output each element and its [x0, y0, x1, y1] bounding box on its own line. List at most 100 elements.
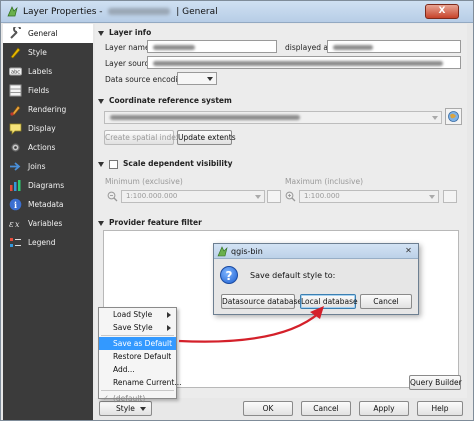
- scale-header[interactable]: Scale dependent visibility: [98, 159, 232, 169]
- minimum-label: Minimum (exclusive): [105, 177, 183, 186]
- query-builder-button[interactable]: Query Builder: [409, 375, 462, 390]
- title-bar: Layer Properties - | General X: [1, 1, 473, 23]
- chevron-down-icon: [255, 195, 261, 199]
- dialog-message: Save default style to:: [250, 271, 336, 280]
- collapse-arrow-icon: [98, 161, 104, 167]
- encoding-select[interactable]: [177, 72, 217, 85]
- sidebar-item-style[interactable]: Style: [3, 43, 93, 62]
- maximum-scale-select[interactable]: 1:100.000: [299, 190, 439, 203]
- legend-icon: [9, 236, 22, 249]
- help-button[interactable]: Help: [417, 401, 463, 416]
- menu-separator: [101, 335, 174, 336]
- layer-name-input[interactable]: [147, 40, 277, 53]
- layer-name-label: Layer name: [105, 43, 150, 52]
- menu-item-rename-current[interactable]: Rename Current...: [99, 376, 181, 389]
- sidebar-item-metadata[interactable]: i Metadata: [3, 195, 93, 214]
- close-icon[interactable]: ✕: [403, 246, 414, 256]
- sidebar-item-label: Fields: [28, 86, 50, 95]
- local-database-button[interactable]: Local database: [300, 294, 358, 309]
- set-current-scale-min-button[interactable]: [267, 190, 281, 203]
- sidebar-item-display[interactable]: Display: [3, 119, 93, 138]
- style-menu: Load Style Save Style Save as Default Resto…: [98, 307, 181, 403]
- layer-properties-window: Layer Properties - | General X General St…: [0, 0, 474, 421]
- sidebar-item-labels[interactable]: abc Labels: [3, 62, 93, 81]
- menu-item-restore-default[interactable]: Restore Default: [99, 350, 176, 363]
- sidebar-item-actions[interactable]: Actions: [3, 138, 93, 157]
- crs-header[interactable]: Coordinate reference system: [98, 96, 232, 105]
- minimum-scale-select[interactable]: 1:100.000.000: [121, 190, 265, 203]
- chevron-down-icon: [429, 195, 435, 199]
- sidebar-item-label: Style: [28, 48, 47, 57]
- sidebar-item-general[interactable]: General: [3, 24, 93, 43]
- menu-item-default[interactable]: ✓ (default): [99, 392, 176, 405]
- info-icon: i: [9, 198, 22, 211]
- menu-item-save-as-default[interactable]: Save as Default: [99, 337, 176, 350]
- joins-icon: [9, 160, 22, 173]
- sidebar-item-rendering[interactable]: Rendering: [3, 100, 93, 119]
- zoom-out-icon: [107, 191, 118, 202]
- sidebar-item-label: Actions: [28, 143, 56, 152]
- chevron-down-icon: [207, 77, 213, 81]
- cancel-button[interactable]: Cancel: [301, 401, 351, 416]
- create-spatial-index-button[interactable]: Create spatial index: [104, 130, 180, 145]
- qgis-logo-icon: [7, 6, 18, 17]
- set-current-scale-max-button[interactable]: [443, 190, 457, 203]
- menu-item-save-style[interactable]: Save Style: [99, 321, 176, 334]
- layer-source-field[interactable]: [147, 56, 461, 69]
- menu-item-label: Save Style: [113, 323, 153, 332]
- menu-item-label: Rename Current...: [113, 378, 182, 387]
- zoom-in-icon: [285, 191, 296, 202]
- dialog-title-bar: qgis-bin ✕: [214, 244, 418, 259]
- crs-selector-icon[interactable]: [445, 108, 462, 125]
- submenu-arrow-icon: [167, 325, 171, 331]
- question-icon: ?: [220, 266, 238, 284]
- layer-info-header[interactable]: Layer info: [98, 28, 151, 37]
- menu-item-load-style[interactable]: Load Style: [99, 308, 176, 321]
- ok-button[interactable]: OK: [243, 401, 293, 416]
- variables-icon: εx: [9, 217, 22, 230]
- sidebar-item-label: Labels: [28, 67, 53, 76]
- chevron-down-icon: [432, 116, 438, 120]
- apply-button[interactable]: Apply: [359, 401, 409, 416]
- collapse-arrow-icon: [98, 220, 104, 226]
- provider-filter-header[interactable]: Provider feature filter: [98, 218, 202, 227]
- display-icon: [9, 122, 22, 135]
- sidebar-item-label: Display: [28, 124, 56, 133]
- sidebar-item-legend[interactable]: Legend: [3, 233, 93, 252]
- fields-icon: [9, 84, 22, 97]
- labels-icon: abc: [9, 65, 22, 78]
- dialog-cancel-button[interactable]: Cancel: [360, 294, 412, 309]
- save-default-style-dialog: qgis-bin ✕ ? Save default style to: Data…: [213, 243, 419, 315]
- submenu-arrow-icon: [167, 312, 171, 318]
- svg-text:i: i: [14, 200, 17, 210]
- paintbrush-icon: [9, 103, 22, 116]
- diagrams-icon: [9, 179, 22, 192]
- menu-item-label: (default): [113, 394, 146, 403]
- sidebar-item-label: General: [28, 29, 58, 38]
- checkmark-icon: ✓: [103, 394, 109, 402]
- qgis-logo-icon: [217, 246, 228, 257]
- menu-item-label: Restore Default: [113, 352, 172, 361]
- menu-item-add[interactable]: Add...: [99, 363, 176, 376]
- sidebar-item-label: Diagrams: [28, 181, 65, 190]
- sidebar-item-label: Rendering: [28, 105, 67, 114]
- sidebar-item-fields[interactable]: Fields: [3, 81, 93, 100]
- maximum-label: Maximum (inclusive): [285, 177, 364, 186]
- menu-item-label: Load Style: [113, 310, 153, 319]
- datasource-database-button[interactable]: Datasource database: [221, 294, 302, 309]
- update-extents-button[interactable]: Update extents: [177, 130, 236, 145]
- scale-visibility-checkbox[interactable]: [109, 159, 118, 169]
- svg-text:ε: ε: [9, 220, 14, 230]
- window-close-button[interactable]: X: [425, 4, 459, 19]
- svg-text:x: x: [15, 220, 20, 229]
- sidebar-item-label: Variables: [28, 219, 63, 228]
- sidebar-item-label: Joins: [28, 162, 46, 171]
- sidebar-item-diagrams[interactable]: Diagrams: [3, 176, 93, 195]
- style-icon: [9, 46, 22, 59]
- crs-select[interactable]: [104, 111, 442, 124]
- sidebar-item-joins[interactable]: Joins: [3, 157, 93, 176]
- sidebar-item-variables[interactable]: ε x Variables: [3, 214, 93, 233]
- layer-source-label: Layer source: [105, 59, 154, 68]
- wrench-icon: [9, 25, 22, 40]
- window-title: Layer Properties - | General: [23, 7, 218, 17]
